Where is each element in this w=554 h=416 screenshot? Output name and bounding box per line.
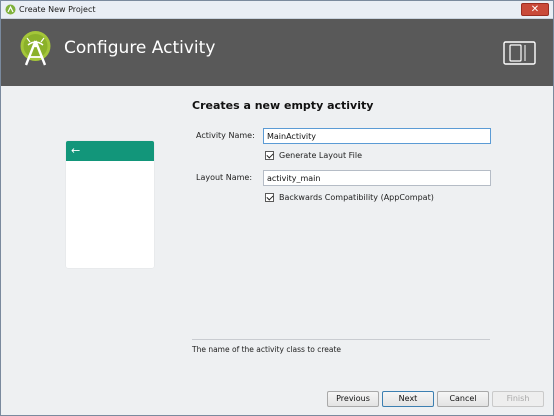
form-title: Creates a new empty activity — [192, 99, 374, 112]
header-banner: Configure Activity — [1, 19, 553, 86]
checkbox-checked-icon — [265, 151, 274, 160]
backwards-compat-label: Backwards Compatibility (AppCompat) — [279, 193, 434, 202]
layout-name-input[interactable] — [263, 170, 491, 186]
button-bar: Previous Next Cancel Finish — [1, 384, 553, 415]
content-area: ← Creates a new empty activity Activity … — [1, 86, 553, 384]
title-bar: Create New Project ✕ — [1, 1, 553, 19]
previous-button[interactable]: Previous — [327, 391, 379, 407]
finish-button[interactable]: Finish — [492, 391, 544, 407]
dialog-window: Create New Project ✕ Configure Activity … — [0, 0, 554, 416]
close-button[interactable]: ✕ — [521, 3, 549, 16]
window-title: Create New Project — [19, 5, 96, 14]
activity-name-input[interactable] — [263, 128, 491, 144]
cancel-button[interactable]: Cancel — [437, 391, 489, 407]
layout-name-label: Layout Name: — [196, 173, 253, 182]
next-button[interactable]: Next — [382, 391, 434, 407]
android-studio-icon — [5, 4, 16, 15]
android-studio-logo — [20, 31, 51, 66]
activity-preview: ← — [66, 141, 154, 268]
help-text: The name of the activity class to create — [192, 345, 342, 354]
back-arrow-icon: ← — [71, 144, 81, 157]
device-form-factor-icon — [503, 41, 536, 65]
divider — [192, 339, 490, 340]
preview-app-bar: ← — [66, 141, 154, 161]
generate-layout-label: Generate Layout File — [279, 151, 363, 160]
generate-layout-checkbox[interactable]: Generate Layout File — [265, 151, 362, 160]
activity-name-label: Activity Name: — [196, 131, 255, 140]
backwards-compat-checkbox[interactable]: Backwards Compatibility (AppCompat) — [265, 193, 434, 202]
page-heading: Configure Activity — [64, 38, 216, 58]
checkbox-checked-icon — [265, 193, 274, 202]
